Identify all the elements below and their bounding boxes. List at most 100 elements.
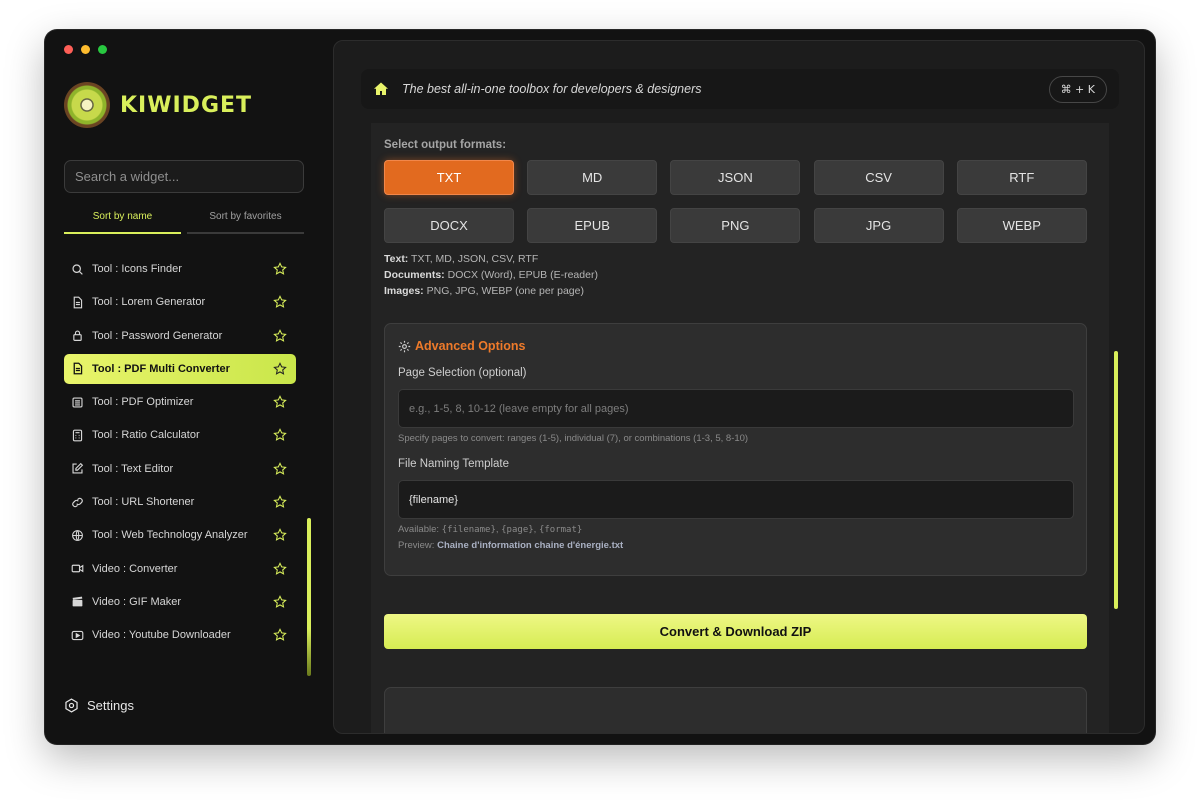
star-icon[interactable] bbox=[273, 628, 287, 642]
format-info-line: Images: PNG, JPG, WEBP (one per page) bbox=[384, 283, 598, 299]
tool-list: Tool : Icons Finder Tool : Lorem Generat… bbox=[64, 254, 296, 654]
page-selection-input[interactable] bbox=[398, 389, 1074, 428]
sidebar-item-text-editor[interactable]: Tool : Text Editor bbox=[64, 454, 296, 484]
edit-icon bbox=[70, 462, 84, 476]
globe-icon bbox=[70, 528, 84, 542]
format-info-value: PNG, JPG, WEBP (one per page) bbox=[426, 285, 584, 297]
sidebar-item-label: Tool : Text Editor bbox=[92, 462, 174, 475]
format-rtf-button[interactable]: RTF bbox=[956, 160, 1087, 195]
format-csv-button[interactable]: CSV bbox=[813, 160, 944, 195]
format-info-label: Text: bbox=[384, 253, 409, 265]
main-panel: The best all-in-one toolbox for develope… bbox=[333, 40, 1145, 734]
format-epub-button[interactable]: EPUB bbox=[527, 208, 658, 243]
preview-label: Preview: bbox=[398, 540, 435, 551]
command-palette-shortcut[interactable]: ⌘ + K bbox=[1048, 75, 1107, 103]
home-icon[interactable] bbox=[373, 81, 389, 97]
format-info-line: Text: TXT, MD, JSON, CSV, RTF bbox=[384, 251, 598, 267]
star-icon[interactable] bbox=[273, 528, 287, 542]
advanced-options-title[interactable]: Advanced Options bbox=[398, 339, 525, 353]
file-naming-input[interactable] bbox=[398, 480, 1074, 519]
sidebar-item-icons-finder[interactable]: Tool : Icons Finder bbox=[64, 254, 296, 284]
sidebar-item-label: Tool : URL Shortener bbox=[92, 496, 195, 509]
format-json-button[interactable]: JSON bbox=[670, 160, 801, 195]
format-info-value: TXT, MD, JSON, CSV, RTF bbox=[411, 253, 539, 265]
link-icon bbox=[70, 495, 84, 509]
available-label: Available: bbox=[398, 524, 440, 535]
sort-by-favorites-tab[interactable]: Sort by favorites bbox=[187, 208, 304, 234]
format-jpg-button[interactable]: JPG bbox=[813, 208, 944, 243]
sidebar-item-ratio-calculator[interactable]: Tool : Ratio Calculator bbox=[64, 420, 296, 450]
settings-label: Settings bbox=[87, 698, 134, 713]
format-png-button[interactable]: PNG bbox=[670, 208, 801, 243]
format-info: Text: TXT, MD, JSON, CSV, RTF Documents:… bbox=[384, 251, 598, 299]
page-selection-hint: Specify pages to convert: ranges (1-5), … bbox=[398, 433, 749, 444]
sidebar-item-label: Tool : Ratio Calculator bbox=[92, 429, 200, 442]
format-info-line: Documents: DOCX (Word), EPUB (E-reader) bbox=[384, 267, 598, 283]
token-page: {page} bbox=[501, 525, 534, 535]
star-icon[interactable] bbox=[273, 461, 287, 476]
sidebar-item-youtube-downloader[interactable]: Video : Youtube Downloader bbox=[64, 620, 296, 650]
search-icon bbox=[70, 262, 84, 276]
calculator-icon bbox=[70, 428, 84, 442]
top-bar: The best all-in-one toolbox for develope… bbox=[361, 69, 1119, 109]
star-icon[interactable] bbox=[273, 328, 287, 343]
sidebar-item-pdf-optimizer[interactable]: Tool : PDF Optimizer bbox=[64, 387, 296, 417]
star-icon[interactable] bbox=[273, 395, 287, 409]
star-icon[interactable] bbox=[273, 262, 287, 276]
page-selection-label: Page Selection (optional) bbox=[398, 367, 527, 379]
naming-available-hint: Available: {filename}, {page}, {format} bbox=[398, 524, 583, 535]
document-icon bbox=[70, 295, 84, 309]
sidebar-item-label: Video : Converter bbox=[92, 562, 178, 575]
star-icon[interactable] bbox=[273, 495, 287, 509]
sidebar-item-label: Tool : Web Technology Analyzer bbox=[92, 529, 248, 542]
format-md-button[interactable]: MD bbox=[527, 160, 658, 195]
star-icon[interactable] bbox=[273, 561, 287, 576]
archive-icon bbox=[70, 395, 84, 409]
sidebar-item-pdf-multi-converter[interactable]: Tool : PDF Multi Converter bbox=[64, 353, 296, 384]
sidebar-item-web-technology-analyzer[interactable]: Tool : Web Technology Analyzer bbox=[64, 520, 296, 550]
gear-icon bbox=[398, 340, 411, 352]
sort-by-name-tab[interactable]: Sort by name bbox=[64, 208, 181, 234]
settings-button[interactable]: Settings bbox=[64, 698, 134, 713]
advanced-options-label: Advanced Options bbox=[415, 339, 526, 353]
star-icon[interactable] bbox=[273, 595, 287, 609]
sidebar-item-label: Tool : PDF Optimizer bbox=[92, 396, 194, 409]
sidebar-item-password-generator[interactable]: Tool : Password Generator bbox=[64, 321, 296, 351]
widget-search-input[interactable] bbox=[64, 160, 304, 193]
format-info-label: Documents: bbox=[384, 269, 445, 281]
star-icon[interactable] bbox=[273, 295, 287, 309]
sidebar-item-lorem-generator[interactable]: Tool : Lorem Generator bbox=[64, 287, 296, 317]
sort-tabs: Sort by name Sort by favorites bbox=[64, 208, 304, 234]
sidebar-item-label: Video : Youtube Downloader bbox=[92, 629, 231, 642]
convert-download-button[interactable]: Convert & Download ZIP bbox=[384, 614, 1087, 649]
play-icon bbox=[70, 628, 84, 642]
format-info-label: Images: bbox=[384, 285, 424, 297]
kiwi-logo-icon bbox=[64, 82, 110, 128]
sidebar-item-label: Tool : PDF Multi Converter bbox=[92, 362, 230, 375]
video-icon bbox=[70, 562, 84, 576]
sidebar-item-video-converter[interactable]: Video : Converter bbox=[64, 554, 296, 584]
format-txt-button[interactable]: TXT bbox=[384, 160, 514, 195]
tagline: The best all-in-one toolbox for develope… bbox=[402, 82, 702, 96]
sidebar-item-gif-maker[interactable]: Video : GIF Maker bbox=[64, 587, 296, 617]
sidebar-scrollbar[interactable] bbox=[307, 518, 311, 676]
gear-icon bbox=[65, 698, 78, 713]
naming-preview: Preview: Chaine d'information chaine d'é… bbox=[398, 538, 623, 554]
main-scrollbar[interactable] bbox=[1114, 351, 1118, 609]
advanced-options-card: Advanced Options Page Selection (optiona… bbox=[384, 323, 1087, 576]
format-docx-button[interactable]: DOCX bbox=[384, 208, 514, 243]
output-formats-title: Select output formats: bbox=[384, 139, 507, 151]
format-info-value: DOCX (Word), EPUB (E-reader) bbox=[447, 269, 598, 281]
sidebar-item-url-shortener[interactable]: Tool : URL Shortener bbox=[64, 487, 296, 517]
sidebar-item-label: Tool : Password Generator bbox=[92, 329, 223, 342]
file-naming-label: File Naming Template bbox=[398, 458, 510, 470]
app-window: KIWIDGET Sort by name Sort by favorites … bbox=[45, 30, 1155, 744]
next-section-card bbox=[384, 687, 1087, 733]
converter-panel: Select output formats: TXT MD JSON CSV R… bbox=[371, 123, 1109, 733]
star-icon[interactable] bbox=[273, 361, 287, 376]
star-icon[interactable] bbox=[273, 428, 287, 442]
token-format: {format} bbox=[538, 525, 583, 535]
format-grid: TXT MD JSON CSV RTF DOCX EPUB PNG JPG WE… bbox=[384, 160, 1087, 243]
format-webp-button[interactable]: WEBP bbox=[956, 208, 1087, 243]
brand-name: KIWIDGET bbox=[120, 92, 253, 118]
